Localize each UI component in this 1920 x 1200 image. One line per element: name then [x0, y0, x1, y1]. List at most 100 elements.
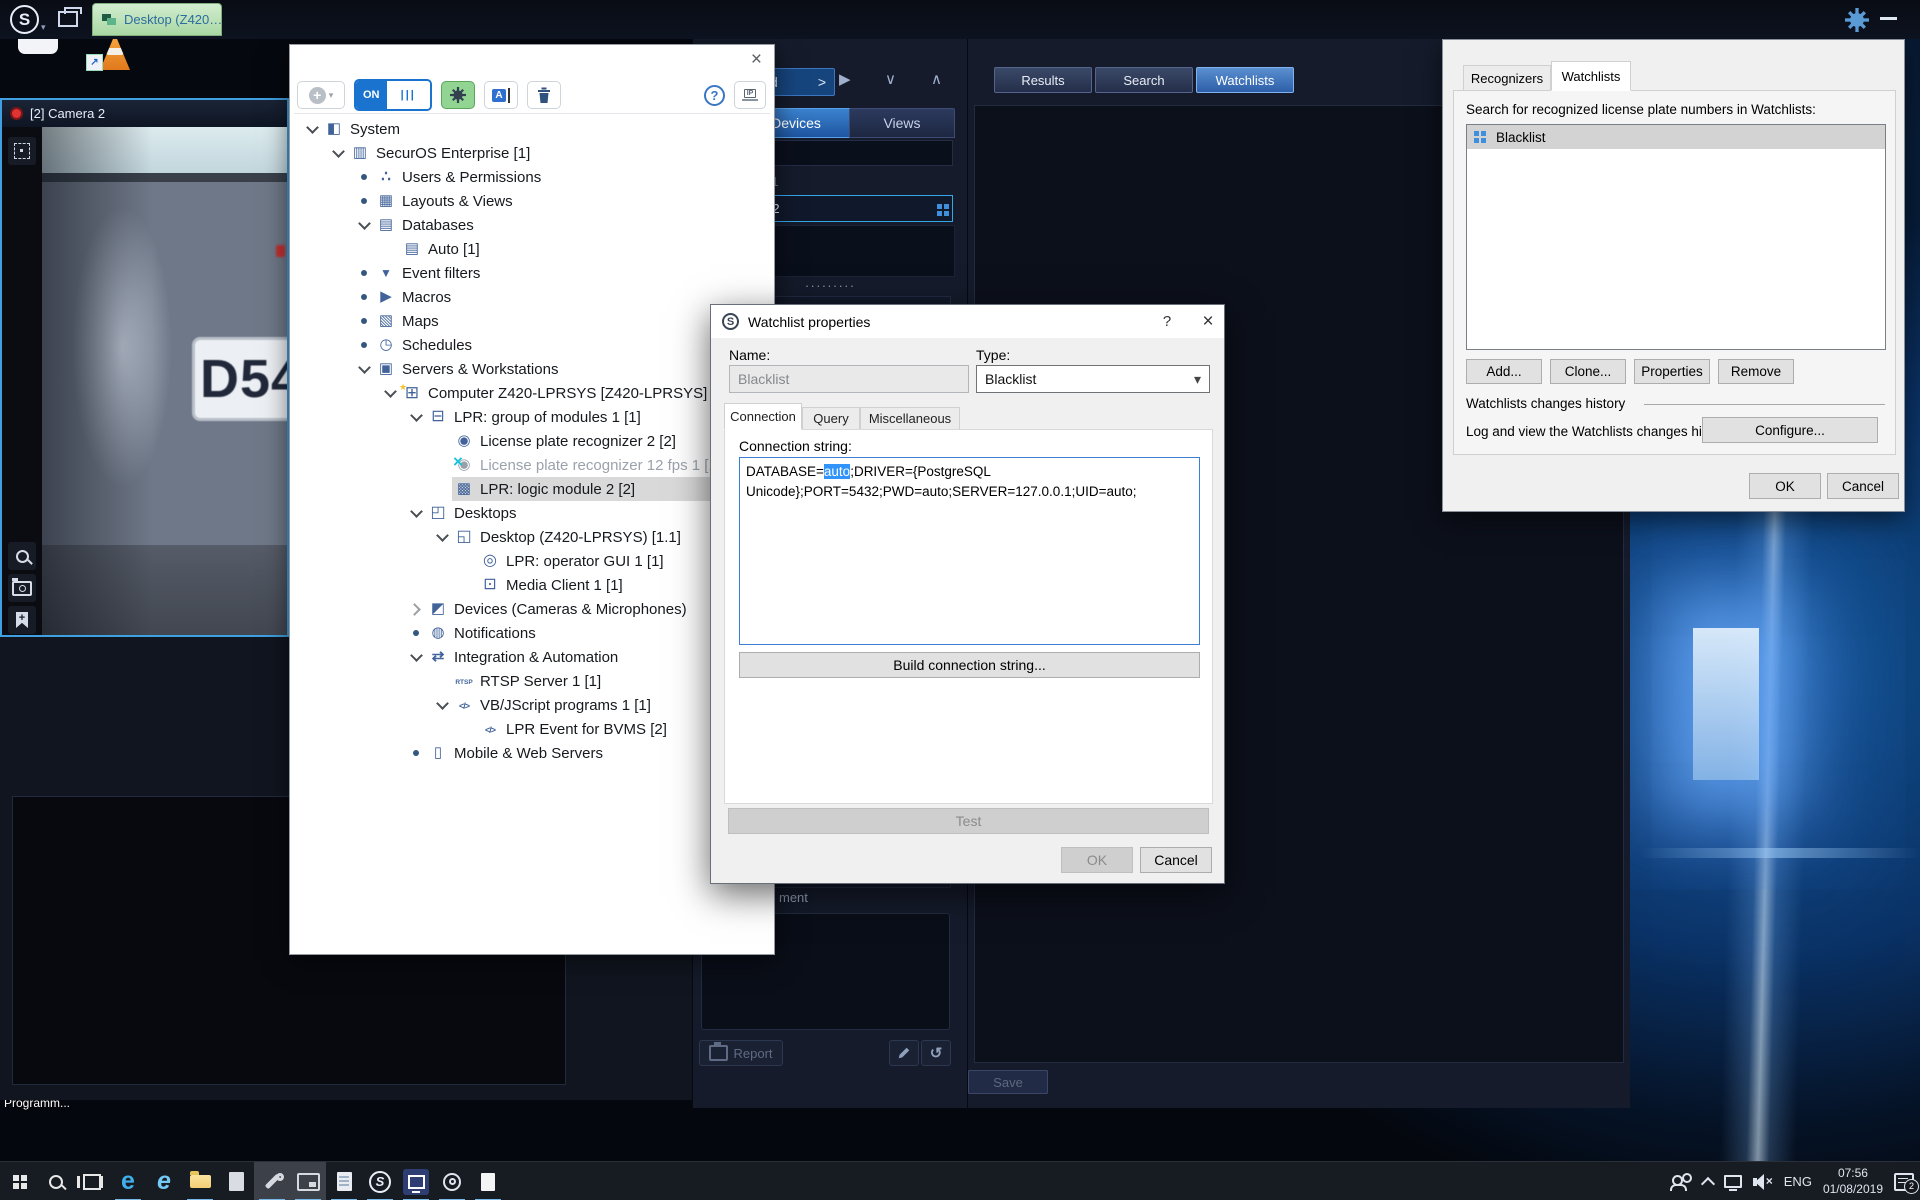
internet-explorer-taskbar-button[interactable] — [146, 1162, 182, 1200]
results-tab[interactable]: Results — [994, 67, 1092, 93]
watchlist-action-button[interactable]: Remove — [1718, 359, 1794, 384]
dialog-close-button[interactable]: × — [1192, 311, 1224, 333]
camera-window[interactable]: [2] Camera 2 + D54 — [0, 98, 289, 637]
tree-item[interactable]: Layouts & Views — [290, 189, 774, 213]
tree-item[interactable]: Databases — [290, 213, 774, 237]
results-tab[interactable]: Watchlists — [1196, 67, 1294, 93]
undo-button[interactable]: ↺ — [921, 1040, 951, 1066]
configure-button[interactable]: Configure... — [1702, 417, 1878, 443]
people-icon[interactable] — [1670, 1173, 1692, 1191]
tree-item[interactable]: Maps — [290, 309, 774, 333]
chevron-down-icon[interactable]: ▾ — [41, 22, 46, 33]
edge-taskbar-button[interactable] — [110, 1162, 146, 1200]
tree-item[interactable]: Schedules — [290, 333, 774, 357]
settings-button[interactable] — [441, 81, 475, 109]
tree-item[interactable]: License plate recognizer 12 fps 1 [1] — [290, 453, 774, 477]
notepad-taskbar-button[interactable] — [326, 1162, 362, 1200]
tree-item[interactable]: LPR Event for BVMS [2] — [290, 717, 774, 741]
tree-item[interactable]: Desktop (Z420-LPRSYS) [1.1] — [290, 525, 774, 549]
notification-center-icon[interactable]: 2 — [1894, 1173, 1914, 1191]
tab-watchlists[interactable]: Watchlists — [1551, 61, 1631, 91]
minimize-button[interactable] — [1880, 17, 1897, 20]
snapshot-button[interactable] — [8, 574, 36, 602]
tree-expander[interactable] — [354, 261, 374, 285]
bookmark-button[interactable]: + — [8, 606, 36, 634]
volume-muted-icon[interactable] — [1753, 1174, 1773, 1190]
tree-expander[interactable] — [354, 285, 374, 309]
watchlist-action-button[interactable]: Add... — [1466, 359, 1542, 384]
help-taskbar-button[interactable] — [470, 1162, 506, 1200]
remote-desktop-taskbar-button[interactable] — [290, 1162, 326, 1200]
tree-item[interactable]: LPR: group of modules 1 [1] — [290, 405, 774, 429]
tree-expander[interactable] — [406, 741, 426, 765]
tree-expander[interactable] — [328, 141, 348, 165]
report-button[interactable]: Report — [699, 1040, 783, 1066]
tree-expander[interactable] — [432, 429, 452, 453]
tree-expander[interactable] — [354, 213, 374, 237]
tab-miscellaneous[interactable]: Miscellaneous — [860, 407, 960, 430]
tree-item[interactable]: VB/JScript programs 1 [1] — [290, 693, 774, 717]
name-field[interactable]: Blacklist — [729, 365, 969, 393]
tree-item[interactable]: SecurOS Enterprise [1] — [290, 141, 774, 165]
tree-expander[interactable] — [406, 621, 426, 645]
help-button[interactable]: ? — [704, 85, 725, 106]
tree-expander[interactable] — [432, 477, 452, 501]
tree-expander[interactable] — [406, 597, 426, 621]
desktop-tab[interactable]: Desktop (Z420… — [92, 3, 222, 36]
tree-expander[interactable] — [432, 525, 452, 549]
dialog-help-button[interactable]: ? — [1151, 313, 1183, 330]
on-off-toggle[interactable]: ON ||| — [354, 79, 432, 111]
tab-connection[interactable]: Connection — [724, 403, 802, 430]
edit-button[interactable] — [889, 1040, 919, 1066]
gear-icon[interactable] — [1845, 8, 1869, 32]
tree-expander[interactable] — [380, 237, 400, 261]
start-taskbar-button[interactable] — [2, 1162, 38, 1200]
build-connection-string-button[interactable]: Build connection string... — [739, 652, 1200, 678]
tree-item[interactable]: Notifications — [290, 621, 774, 645]
watchlist-list-item[interactable]: Blacklist — [1467, 125, 1885, 149]
tree-expander[interactable] — [458, 717, 478, 741]
delete-button[interactable] — [527, 81, 561, 109]
add-object-button[interactable]: + ▾ — [297, 81, 345, 109]
chevron-up-icon[interactable]: ∧ — [931, 70, 942, 88]
tab-views[interactable]: Views — [849, 108, 955, 138]
tree-item[interactable]: Desktops — [290, 501, 774, 525]
tree-item[interactable]: Servers & Workstations — [290, 357, 774, 381]
tree-expander[interactable] — [380, 381, 400, 405]
tree-item[interactable]: Mobile & Web Servers — [290, 741, 774, 765]
tab-query[interactable]: Query — [802, 407, 860, 430]
watchlist-action-button[interactable]: Clone... — [1550, 359, 1626, 384]
tree-item[interactable]: Users & Permissions — [290, 165, 774, 189]
tree-expander[interactable] — [406, 645, 426, 669]
securos-logo-icon[interactable]: S — [10, 5, 39, 34]
close-icon[interactable]: × — [751, 49, 762, 71]
tab-recognizers[interactable]: Recognizers — [1463, 65, 1551, 91]
file-explorer-taskbar-button[interactable] — [182, 1162, 218, 1200]
tree-item[interactable]: Media Client 1 [1] — [290, 573, 774, 597]
operator-gui-taskbar-button[interactable] — [434, 1162, 470, 1200]
task-view-taskbar-button[interactable] — [74, 1162, 110, 1200]
wrench-taskbar-button[interactable] — [254, 1162, 290, 1200]
test-button[interactable]: Test — [728, 808, 1209, 834]
cancel-button[interactable]: Cancel — [1827, 473, 1899, 499]
tree-item[interactable]: RTSP Server 1 [1] — [290, 669, 774, 693]
tree-item[interactable]: Computer Z420-LPRSYS [Z420-LPRSYS] — [290, 381, 774, 405]
layout-grid-icon[interactable] — [937, 204, 942, 209]
play-icon[interactable]: ▶ — [839, 70, 851, 88]
tree-item[interactable]: Event filters — [290, 261, 774, 285]
tree-expander[interactable] — [354, 333, 374, 357]
cancel-button[interactable]: Cancel — [1140, 847, 1212, 873]
tree-expander[interactable] — [458, 549, 478, 573]
tree-expander[interactable] — [354, 309, 374, 333]
tree-expander[interactable] — [432, 453, 452, 477]
watchlists-list[interactable]: Blacklist — [1466, 124, 1886, 350]
results-tab[interactable]: Search — [1095, 67, 1193, 93]
tree-expander[interactable] — [432, 669, 452, 693]
tree-expander[interactable] — [302, 117, 322, 141]
ok-button[interactable]: OK — [1061, 847, 1133, 873]
clock[interactable]: 07:56 01/08/2019 — [1823, 1166, 1883, 1197]
ok-button[interactable]: OK — [1749, 473, 1821, 499]
tree-item[interactable]: Auto [1] — [290, 237, 774, 261]
tree-expander[interactable] — [406, 405, 426, 429]
fit-frame-button[interactable] — [8, 137, 36, 165]
